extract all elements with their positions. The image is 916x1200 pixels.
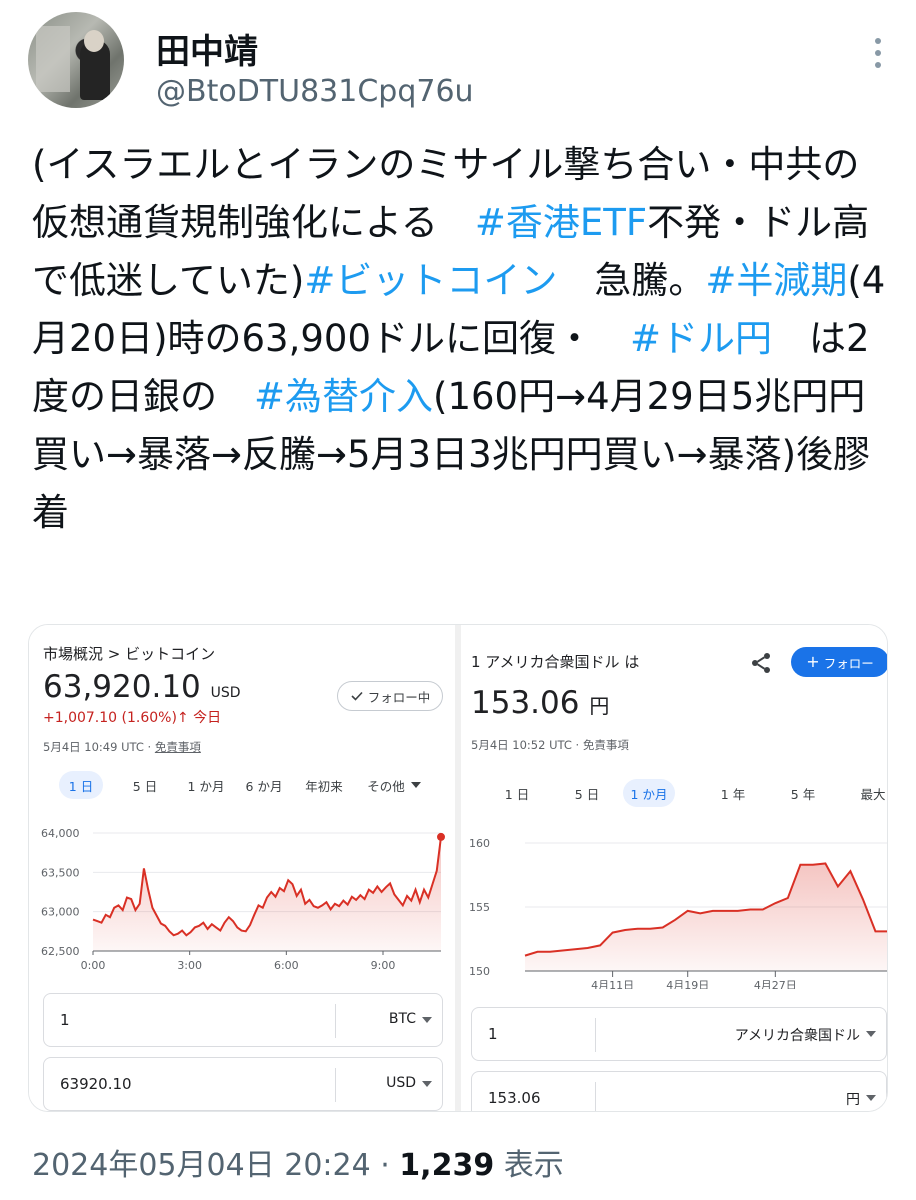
usd-unit-select[interactable]: アメリカ合衆国ドル <box>735 1025 860 1045</box>
check-icon <box>351 691 363 701</box>
follow-button[interactable]: + フォロー <box>791 647 887 677</box>
tab-range[interactable]: 1 日 <box>499 779 535 807</box>
x-tick-label: 9:00 <box>371 959 396 972</box>
jpy-price: 153.06 円 <box>471 685 610 721</box>
tab-range[interactable]: 1 か月 <box>623 779 675 807</box>
hashtag-link[interactable]: #ドル円 <box>630 317 772 360</box>
y-tick-label: 150 <box>469 965 490 978</box>
x-tick-label: 6:00 <box>274 959 299 972</box>
more-options-icon[interactable] <box>868 38 888 78</box>
jpy-timestamp: 5月4日 10:52 UTC · 免責事項 <box>471 738 629 752</box>
chevron-down-icon <box>422 1017 432 1023</box>
following-button[interactable]: フォロー中 <box>337 681 443 711</box>
chevron-down-icon <box>866 1031 876 1037</box>
chevron-down-icon <box>866 1095 876 1101</box>
x-tick-label: 4月11日 <box>591 979 634 989</box>
tab-range[interactable]: 1 年 <box>713 779 753 807</box>
chevron-down-icon <box>422 1081 432 1087</box>
usdjpy-panel: 1 アメリカ合衆国ドル は 153.06 円 5月4日 10:52 UTC · … <box>461 625 887 1111</box>
btc-change: +1,007.10 (1.60%)↑ 今日 <box>43 710 222 726</box>
tab-range[interactable]: 5 年 <box>783 779 823 807</box>
view-count: 1,239 <box>399 1148 495 1183</box>
tab-range[interactable]: 6 か月 <box>237 771 291 799</box>
tweet-datetime[interactable]: 2024年05月04日 20:24 <box>32 1148 371 1183</box>
y-tick-label: 64,000 <box>41 827 80 840</box>
y-tick-label: 155 <box>469 901 490 914</box>
series-area <box>93 836 441 951</box>
hashtag-link[interactable]: #為替介入 <box>254 375 433 418</box>
x-tick-label: 3:00 <box>177 959 202 972</box>
btc-unit-select[interactable]: BTC <box>389 1011 416 1027</box>
hashtag-link[interactable]: #ビットコイン <box>304 259 557 302</box>
disclaimer-link[interactable]: 免責事項 <box>155 740 201 754</box>
range-tabs: 1 日 5 日 1 か月 6 か月 年初来 その他 <box>29 771 455 801</box>
tab-range[interactable]: 5 日 <box>125 771 165 799</box>
media-image[interactable]: 市場概況 > ビットコイン 63,920.10 USD +1,007.10 (1… <box>28 624 888 1112</box>
jpy-unit-select[interactable]: 円 <box>846 1089 860 1109</box>
last-point <box>437 832 445 841</box>
tab-range[interactable]: その他 <box>359 771 429 799</box>
tweet-text: (イスラエルとイランのミサイル撃ち合い・中共の仮想通貨規制強化による #香港ET… <box>32 136 888 542</box>
tab-range[interactable]: 5 日 <box>567 779 607 807</box>
x-tick-label: 0:00 <box>81 959 106 972</box>
usd-amount-field[interactable]: 1 アメリカ合衆国ドル <box>471 1007 887 1061</box>
rate-title: 1 アメリカ合衆国ドル は <box>471 653 640 671</box>
breadcrumb: 市場概況 > ビットコイン <box>43 645 216 663</box>
x-tick-label: 4月19日 <box>666 979 709 989</box>
y-tick-label: 62,500 <box>41 945 80 958</box>
tab-range[interactable]: 最大 <box>855 779 887 807</box>
jpy-chart: 150 155 160 4月11日 4月19日 4月27日 <box>461 829 887 992</box>
y-tick-label: 160 <box>469 837 490 850</box>
tab-range[interactable]: 年初来 <box>297 771 351 799</box>
tab-range[interactable]: 1 日 <box>59 771 103 799</box>
y-tick-label: 63,500 <box>41 866 80 879</box>
btc-panel: 市場概況 > ビットコイン 63,920.10 USD +1,007.10 (1… <box>29 625 455 1111</box>
share-icon[interactable] <box>749 651 773 675</box>
hashtag-link[interactable]: #香港ETF <box>475 201 647 244</box>
avatar[interactable] <box>28 12 124 108</box>
range-tabs: 1 日 5 日 1 か月 1 年 5 年 最大 <box>461 779 887 809</box>
usd-unit-select[interactable]: USD <box>386 1075 416 1091</box>
btc-price: 63,920.10 USD <box>43 669 241 705</box>
btc-amount-field[interactable]: 1 BTC <box>43 993 443 1047</box>
tweet-header: 田中靖 @BtoDTU831Cpq76u <box>28 12 888 122</box>
author-name[interactable]: 田中靖 <box>156 24 258 73</box>
tweet-text-segment: 急騰。 <box>557 259 706 302</box>
btc-timestamp: 5月4日 10:49 UTC · 免責事項 <box>43 740 201 754</box>
jpy-amount-field[interactable]: 153.06 円 <box>471 1071 887 1111</box>
tweet-meta: 2024年05月04日 20:24 · 1,239 表示 <box>32 1148 564 1183</box>
y-tick-label: 63,000 <box>41 906 80 919</box>
tab-range[interactable]: 1 か月 <box>179 771 233 799</box>
x-tick-label: 4月27日 <box>754 979 797 989</box>
author-handle[interactable]: @BtoDTU831Cpq76u <box>156 74 474 109</box>
usd-amount-field[interactable]: 63920.10 USD <box>43 1057 443 1111</box>
hashtag-link[interactable]: #半減期 <box>705 259 847 302</box>
plus-icon: + <box>806 652 820 671</box>
btc-chart: 62,500 63,000 63,500 64,000 0:00 3:00 6:00 9:00 <box>29 821 455 981</box>
chevron-down-icon <box>410 782 421 788</box>
